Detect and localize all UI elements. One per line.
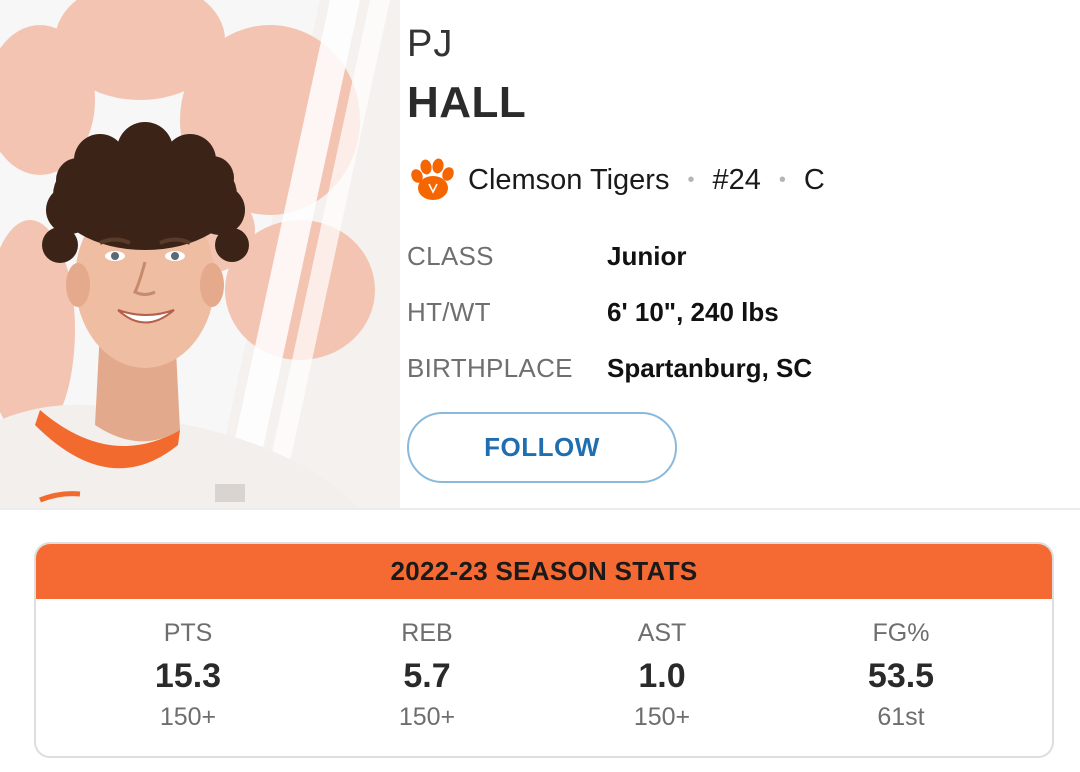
bio-row-birthplace: BIRTHPLACE Spartanburg, SC <box>407 340 812 396</box>
bio-value: Spartanburg, SC <box>607 352 813 383</box>
team-name[interactable]: Clemson Tigers <box>468 164 669 197</box>
bio-label: CLASS <box>407 240 494 271</box>
bio-value: Junior <box>607 240 687 271</box>
stat-label: AST <box>637 619 687 647</box>
stat-rank: 61st <box>877 703 925 731</box>
player-first-name: PJ <box>407 23 454 65</box>
player-position: C <box>803 163 825 196</box>
tiger-paw-icon <box>411 158 454 200</box>
bio-row-class: CLASS Junior <box>407 228 812 284</box>
player-last-name: HALL <box>407 78 527 127</box>
jersey-number: #24 <box>712 163 761 196</box>
separator-dot: • <box>778 168 786 191</box>
player-bio: CLASS Junior HT/WT 6' 10", 240 lbs BIRTH… <box>407 228 812 396</box>
stat-value: 53.5 <box>867 657 935 695</box>
stat-value: 15.3 <box>154 657 222 695</box>
bio-label: BIRTHPLACE <box>407 352 573 383</box>
season-stats-card: 2022-23 SEASON STATS PTS 15.3 150+ REB 5… <box>34 542 1054 758</box>
stat-value: 5.7 <box>403 657 451 695</box>
player-headshot <box>0 0 400 508</box>
stats-grid: PTS 15.3 150+ REB 5.7 150+ AST 1.0 150+ … <box>36 599 1052 756</box>
season-stats-title: 2022-23 SEASON STATS <box>36 544 1052 599</box>
separator-dot: • <box>687 168 695 191</box>
stat-label: REB <box>401 619 453 647</box>
stat-rank: 150+ <box>159 703 217 731</box>
player-header: PJ HALL Clemson Tigers • #24 • C CLASS J… <box>0 0 1080 508</box>
bio-label: HT/WT <box>407 296 491 327</box>
stat-label: FG% <box>872 619 930 647</box>
bio-row-height-weight: HT/WT 6' 10", 240 lbs <box>407 284 812 340</box>
stat-rank: 150+ <box>398 703 456 731</box>
stat-rank: 150+ <box>633 703 691 731</box>
stat-label: PTS <box>163 619 213 647</box>
stat-value: 1.0 <box>638 657 686 695</box>
follow-button[interactable]: FOLLOW <box>407 412 677 483</box>
team-info: Clemson Tigers • #24 • C <box>407 154 825 206</box>
divider <box>0 508 1080 510</box>
bio-value: 6' 10", 240 lbs <box>607 296 779 327</box>
